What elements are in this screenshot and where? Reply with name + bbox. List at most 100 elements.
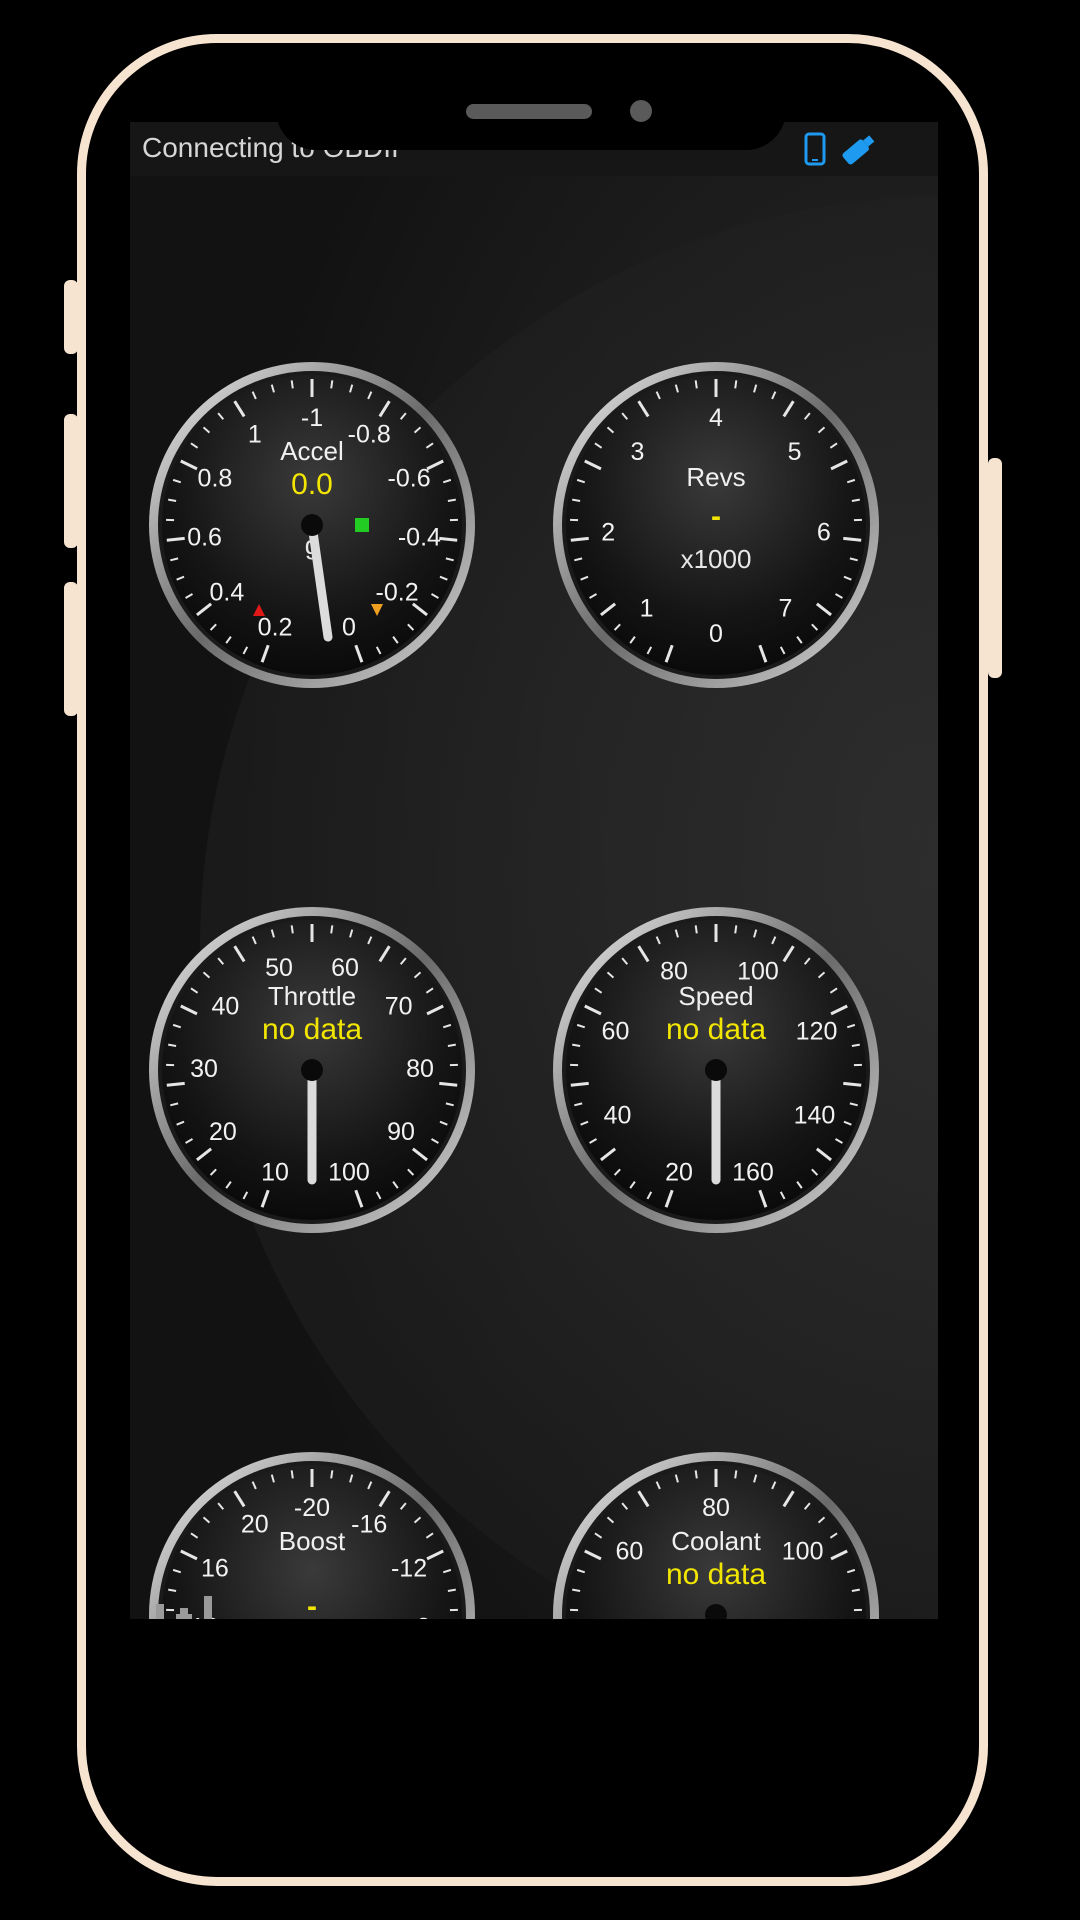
accel-tick-label: 0.2 (258, 613, 293, 641)
accel-tick (168, 498, 177, 503)
speed-tick (851, 1043, 860, 1048)
throttle-tick (168, 1043, 177, 1048)
speed-tick-label: 40 (604, 1101, 632, 1129)
throttle-tick-label: 40 (211, 993, 239, 1021)
accel-tick (330, 380, 334, 389)
revs-gauge[interactable]: 1 2 3 4 5 6 7 0 Revs - x1000 (549, 358, 883, 692)
throttle-tick-label: 50 (265, 954, 293, 982)
throttle-tick (447, 1043, 456, 1048)
boost-tick-label: -12 (391, 1555, 427, 1583)
accel-tick (290, 380, 294, 389)
revs-value: - (711, 500, 721, 533)
accel-tick-label: 0.4 (210, 578, 245, 606)
accel-tick-label: 1 (248, 420, 262, 448)
phone-icon (804, 132, 826, 173)
throttle-value: no data (262, 1013, 362, 1046)
throttle-tick (166, 1081, 185, 1087)
accel-indicator-square (355, 518, 369, 532)
boost-tick-label: 16 (201, 1555, 229, 1583)
coolant-tick-label: 80 (702, 1494, 730, 1522)
revs-tick (851, 498, 860, 503)
throttle-tick (330, 925, 334, 934)
speed-tick-label: 120 (796, 1018, 838, 1046)
boost-tick-label: 20 (241, 1510, 269, 1538)
boost-tick (447, 1588, 456, 1593)
accel-tick (447, 498, 456, 503)
throttle-tick (290, 925, 294, 934)
throttle-gauge[interactable]: 10 20 30 40 50 60 70 80 90 100 Throttle no data (145, 903, 479, 1237)
accel-tick-label: -1 (301, 404, 323, 432)
revs-tick-label: 0 (709, 620, 723, 648)
speed-value: no data (666, 1013, 766, 1046)
coolant-title: Coolant (671, 1526, 761, 1556)
revs-tick (694, 380, 698, 389)
revs-title: Revs (686, 462, 745, 492)
throttle-tick-label: 90 (387, 1118, 415, 1146)
accel-value: 0.0 (291, 468, 333, 501)
speed-tick-label: 160 (732, 1158, 774, 1186)
accel-gauge[interactable]: 0.2 0.4 0.6 0.8 1 -1 -0.8 -0.6 -0.4 -0.2 0 Accel 0.0… (145, 358, 479, 692)
coolant-value: no data (666, 1558, 766, 1591)
volume-up-button[interactable] (64, 280, 78, 354)
revs-tick-label: 1 (640, 595, 654, 623)
front-camera (630, 100, 652, 122)
boost-value: - (307, 1590, 317, 1619)
throttle-title: Throttle (268, 981, 356, 1011)
revs-tick-label: 3 (630, 438, 644, 466)
revs-tick-label: 4 (709, 404, 723, 432)
dashboard-menu-icon[interactable] (150, 1586, 230, 1619)
throttle-tick-label: 30 (190, 1055, 218, 1083)
boost-tick (290, 1470, 294, 1479)
app-screen: Connecting to OBDII 0.2 0.4 0.6 0.8 1 -1 -0.8-… (130, 122, 938, 1619)
throttle-tick (439, 1081, 458, 1087)
revs-tick (734, 380, 738, 389)
revs-unit: x1000 (681, 544, 752, 574)
coolant-tick (694, 1470, 698, 1479)
speed-title: Speed (678, 981, 753, 1011)
speed-tick-label: 60 (602, 1018, 630, 1046)
speed-tick (572, 1043, 581, 1048)
speed-tick (570, 1081, 589, 1087)
coolant-tick (851, 1588, 860, 1593)
power-button[interactable] (988, 458, 1002, 678)
accel-title: Accel (280, 436, 344, 466)
speed-tick (694, 925, 698, 934)
coolant-tick-label: 60 (615, 1538, 643, 1566)
speed-tick (734, 925, 738, 934)
revs-tick-label: 7 (778, 595, 792, 623)
silent-button[interactable] (64, 582, 78, 716)
revs-tick (570, 536, 589, 542)
throttle-tick-label: 70 (385, 993, 413, 1021)
throttle-tick-label: 10 (261, 1158, 289, 1186)
boost-tick-label: -8 (408, 1613, 430, 1619)
throttle-needle-hub (301, 1059, 323, 1081)
throttle-tick-label: 100 (328, 1158, 370, 1186)
accel-tick (166, 536, 185, 542)
coolant-tick-label: 100 (782, 1538, 824, 1566)
coolant-tick (572, 1588, 581, 1593)
dongle-icon (838, 132, 878, 173)
boost-tick (330, 1470, 334, 1479)
volume-down-button[interactable] (64, 414, 78, 548)
revs-tick-label: 5 (788, 438, 802, 466)
coolant-gauge[interactable]: 20406080100120-40Coolantno data (549, 1448, 883, 1619)
throttle-tick-label: 20 (209, 1118, 237, 1146)
accel-tick-label: 0.8 (198, 465, 233, 493)
accel-tick (439, 536, 458, 542)
speed-needle-hub (705, 1059, 727, 1081)
revs-tick-label: 2 (601, 518, 615, 546)
accel-tick-label: -0.4 (398, 523, 441, 551)
revs-tick (843, 536, 862, 542)
accel-tick-label: 0.6 (187, 523, 222, 551)
coolant-tick (734, 1470, 738, 1479)
throttle-tick-label: 60 (331, 954, 359, 982)
boost-tick-label: -16 (351, 1510, 387, 1538)
speed-tick (843, 1081, 862, 1087)
dashboard-page[interactable]: 0.2 0.4 0.6 0.8 1 -1 -0.8 -0.6 -0.4 -0.2 0 Accel 0.0… (130, 176, 938, 1619)
speed-tick-label: 140 (794, 1101, 836, 1129)
speed-gauge[interactable]: 20 40 60 80 100 120 140 160 Speed no data (549, 903, 883, 1237)
accel-needle-hub (301, 514, 323, 536)
revs-tick-label: 6 (817, 518, 831, 546)
accel-tick-label: -0.2 (376, 578, 419, 606)
boost-tick-label: -20 (294, 1494, 330, 1522)
